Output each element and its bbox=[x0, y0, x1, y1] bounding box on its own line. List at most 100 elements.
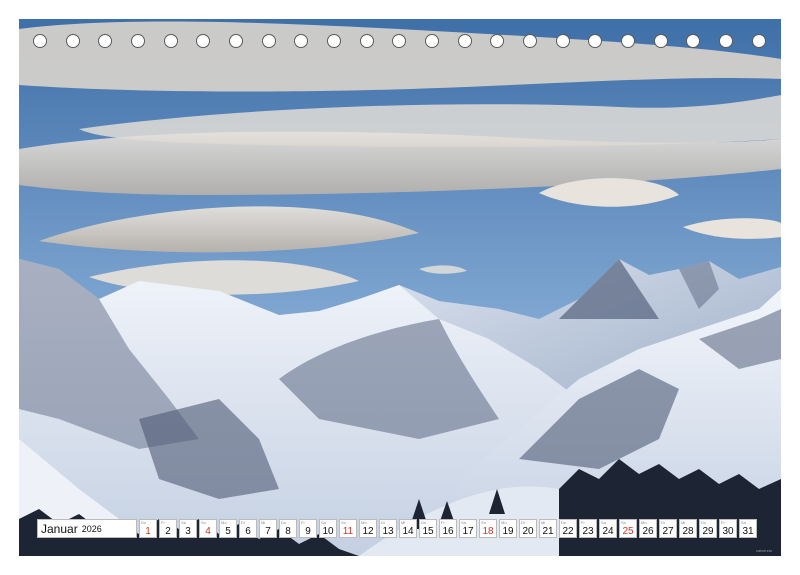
weekday-abbr: Do bbox=[701, 520, 707, 525]
day-number: 1 bbox=[145, 526, 151, 537]
day-cell: Do 1 bbox=[139, 519, 157, 538]
weekday-abbr: Fr bbox=[721, 520, 725, 525]
weekday-abbr: Di bbox=[661, 520, 665, 525]
weekday-abbr: So bbox=[481, 520, 486, 525]
day-cell: Di 6 bbox=[239, 519, 257, 538]
weekday-abbr: Mi bbox=[261, 520, 266, 525]
day-cell: Mi 14 bbox=[399, 519, 417, 538]
day-cell: Do 15 bbox=[419, 519, 437, 538]
day-cell: Sa 31 bbox=[739, 519, 757, 538]
year-label: 2026 bbox=[81, 523, 102, 534]
day-cell: Sa 3 bbox=[179, 519, 197, 538]
day-number: 15 bbox=[422, 526, 434, 537]
day-number: 30 bbox=[722, 526, 734, 537]
month-name: Januar bbox=[41, 521, 78, 536]
day-number: 19 bbox=[502, 526, 514, 537]
weekday-abbr: Di bbox=[241, 520, 245, 525]
month-label-box: Januar 2026 bbox=[37, 519, 137, 538]
day-number: 16 bbox=[442, 526, 454, 537]
day-number: 13 bbox=[382, 526, 394, 537]
day-cell: Sa 24 bbox=[599, 519, 617, 538]
day-cell: Di 27 bbox=[659, 519, 677, 538]
day-number: 29 bbox=[702, 526, 714, 537]
day-cell: Mo 19 bbox=[499, 519, 517, 538]
day-cell: Mi 7 bbox=[259, 519, 277, 538]
day-number: 23 bbox=[582, 526, 594, 537]
day-number: 20 bbox=[522, 526, 534, 537]
day-cell: Fr 16 bbox=[439, 519, 457, 538]
binding-hole bbox=[490, 34, 504, 48]
binding-hole bbox=[294, 34, 308, 48]
weekday-abbr: So bbox=[201, 520, 206, 525]
day-cell: Fr 23 bbox=[579, 519, 597, 538]
weekday-abbr: Di bbox=[381, 520, 385, 525]
day-cell: Mi 21 bbox=[539, 519, 557, 538]
weekday-abbr: Do bbox=[421, 520, 427, 525]
photo-credit: calvendo bbox=[755, 548, 772, 553]
binding-hole bbox=[621, 34, 635, 48]
day-number: 6 bbox=[245, 526, 251, 537]
day-number: 14 bbox=[402, 526, 414, 537]
binding-hole bbox=[458, 34, 472, 48]
day-cell: Fr 9 bbox=[299, 519, 317, 538]
day-number: 4 bbox=[205, 526, 211, 537]
binding-hole bbox=[98, 34, 112, 48]
mountain-landscape-image bbox=[19, 19, 781, 556]
weekday-abbr: Sa bbox=[461, 520, 466, 525]
weekday-abbr: Fr bbox=[441, 520, 445, 525]
binding-hole bbox=[588, 34, 602, 48]
day-number: 18 bbox=[482, 526, 494, 537]
binding-hole bbox=[262, 34, 276, 48]
landscape-illustration bbox=[19, 19, 781, 556]
day-cell: So 11 bbox=[339, 519, 357, 538]
weekday-abbr: Mo bbox=[361, 520, 367, 525]
day-cell: Mo 26 bbox=[639, 519, 657, 538]
day-cell: Sa 17 bbox=[459, 519, 477, 538]
weekday-abbr: Sa bbox=[321, 520, 326, 525]
binding-holes bbox=[19, 34, 781, 52]
month-calendar-strip: Januar 2026 Do 1 Fr 2 Sa 3 So 4 Mo 5 Di 6 Mi 7 Do 8 Fr 9 S… bbox=[37, 519, 757, 538]
binding-hole bbox=[752, 34, 766, 48]
weekday-abbr: So bbox=[341, 520, 346, 525]
weekday-abbr: Sa bbox=[741, 520, 746, 525]
day-number: 3 bbox=[185, 526, 191, 537]
day-cell: So 25 bbox=[619, 519, 637, 538]
weekday-abbr: Fr bbox=[581, 520, 585, 525]
day-cell: Mo 5 bbox=[219, 519, 237, 538]
weekday-abbr: Sa bbox=[181, 520, 186, 525]
binding-hole bbox=[654, 34, 668, 48]
day-cell: Sa 10 bbox=[319, 519, 337, 538]
binding-hole bbox=[556, 34, 570, 48]
day-cell: Do 29 bbox=[699, 519, 717, 538]
weekday-abbr: Mi bbox=[681, 520, 686, 525]
day-cell: Di 13 bbox=[379, 519, 397, 538]
day-number: 25 bbox=[622, 526, 634, 537]
weekday-abbr: Mi bbox=[541, 520, 546, 525]
day-number: 11 bbox=[342, 526, 354, 537]
binding-hole bbox=[66, 34, 80, 48]
weekday-abbr: Mo bbox=[501, 520, 507, 525]
weekday-abbr: Do bbox=[141, 520, 147, 525]
weekday-abbr: Mo bbox=[221, 520, 227, 525]
day-number: 9 bbox=[305, 526, 311, 537]
day-cell: Mi 28 bbox=[679, 519, 697, 538]
binding-hole bbox=[360, 34, 374, 48]
binding-hole bbox=[131, 34, 145, 48]
day-cells: Do 1 Fr 2 Sa 3 So 4 Mo 5 Di 6 Mi 7 Do 8 Fr 9 Sa 10 So 11 Mo 12 D… bbox=[137, 519, 757, 538]
weekday-abbr: Mi bbox=[401, 520, 406, 525]
day-number: 27 bbox=[662, 526, 674, 537]
day-number: 17 bbox=[462, 526, 474, 537]
day-cell: Fr 30 bbox=[719, 519, 737, 538]
day-number: 21 bbox=[542, 526, 554, 537]
weekday-abbr: Do bbox=[561, 520, 567, 525]
binding-hole bbox=[392, 34, 406, 48]
binding-hole bbox=[229, 34, 243, 48]
day-number: 7 bbox=[265, 526, 271, 537]
binding-hole bbox=[164, 34, 178, 48]
weekday-abbr: Fr bbox=[301, 520, 305, 525]
day-cell: Fr 2 bbox=[159, 519, 177, 538]
day-number: 8 bbox=[285, 526, 291, 537]
day-number: 24 bbox=[602, 526, 614, 537]
binding-hole bbox=[327, 34, 341, 48]
binding-hole bbox=[719, 34, 733, 48]
